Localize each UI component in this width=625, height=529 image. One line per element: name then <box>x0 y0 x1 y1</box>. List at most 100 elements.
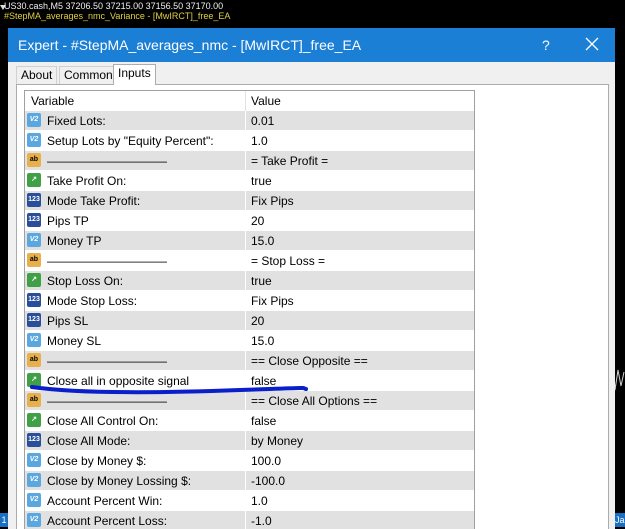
variable-cell[interactable]: ab —————————— <box>25 391 245 410</box>
column-header-value[interactable]: Value <box>251 94 281 108</box>
value-text[interactable]: 1.0 <box>251 134 268 148</box>
value-text[interactable]: 100.0 <box>251 454 281 468</box>
value-cell[interactable]: = Take Profit = <box>246 151 474 170</box>
table-row[interactable]: ab —————————— = Stop Loss = <box>25 251 474 271</box>
value-cell[interactable]: by Money <box>246 431 474 450</box>
variable-cell[interactable]: ↗ Take Profit On: <box>25 171 245 190</box>
value-cell[interactable]: = Stop Loss = <box>246 251 474 270</box>
table-row[interactable]: ab —————————— == Close All Options == <box>25 391 474 411</box>
boolean-value-icon: ↗ <box>27 413 41 427</box>
table-row[interactable]: ↗ Take Profit On: true <box>25 171 474 191</box>
table-row[interactable]: 123 Close All Mode: by Money <box>25 431 474 451</box>
table-row[interactable]: ↗ Close All Control On: false <box>25 411 474 431</box>
value-cell[interactable]: true <box>246 171 474 190</box>
value-cell[interactable]: false <box>246 371 474 390</box>
variable-cell[interactable]: V2 Money SL <box>25 331 245 350</box>
value-cell[interactable]: 15.0 <box>246 331 474 350</box>
value-cell[interactable]: 1.0 <box>246 491 474 510</box>
variable-cell[interactable]: V2 Close by Money Lossing $: <box>25 471 245 490</box>
value-cell[interactable]: Fix Pips <box>246 191 474 210</box>
table-row[interactable]: 123 Mode Take Profit: Fix Pips <box>25 191 474 211</box>
value-cell[interactable]: 1.0 <box>246 131 474 150</box>
value-text[interactable]: 15.0 <box>251 334 274 348</box>
value-cell[interactable]: 0.01 <box>246 111 474 130</box>
close-icon[interactable] <box>581 33 603 55</box>
variable-cell[interactable]: 123 Mode Stop Loss: <box>25 291 245 310</box>
table-row[interactable]: ↗ Stop Loss On: true <box>25 271 474 291</box>
value-cell[interactable]: == Close All Options == <box>246 391 474 410</box>
table-row[interactable]: V2 Setup Lots by "Equity Percent": 1.0 <box>25 131 474 151</box>
variable-label: Money TP <box>47 234 102 248</box>
variable-cell[interactable]: ↗ Close all in opposite signal <box>25 371 245 390</box>
value-cell[interactable]: 20 <box>246 311 474 330</box>
value-text[interactable]: true <box>251 174 272 188</box>
value-cell[interactable]: 20 <box>246 211 474 230</box>
table-row[interactable]: 123 Pips TP 20 <box>25 211 474 231</box>
variable-cell[interactable]: V2 Money TP <box>25 231 245 250</box>
value-text[interactable]: 0.01 <box>251 114 274 128</box>
value-text[interactable]: 1.0 <box>251 494 268 508</box>
value-text[interactable]: -100.0 <box>251 474 285 488</box>
value-cell[interactable]: true <box>246 271 474 290</box>
value-cell[interactable]: -1.0 <box>246 511 474 529</box>
value-cell[interactable]: -100.0 <box>246 471 474 490</box>
tab-about[interactable]: About <box>16 66 58 84</box>
chart-time-tag-left: 1 <box>0 513 8 527</box>
variable-label: Fixed Lots: <box>47 114 106 128</box>
variable-cell[interactable]: 123 Mode Take Profit: <box>25 191 245 210</box>
value-cell[interactable]: == Close Opposite == <box>246 351 474 370</box>
value-cell[interactable]: 15.0 <box>246 231 474 250</box>
variable-cell[interactable]: 123 Pips SL <box>25 311 245 330</box>
variable-cell[interactable]: V2 Close by Money $: <box>25 451 245 470</box>
value-text[interactable]: 20 <box>251 214 264 228</box>
value-cell[interactable]: Fix Pips <box>246 291 474 310</box>
value-cell[interactable]: 100.0 <box>246 451 474 470</box>
vertical-scrollbar[interactable] <box>474 91 475 529</box>
help-button[interactable]: ? <box>542 37 550 53</box>
value-text[interactable]: == Close Opposite == <box>251 354 368 368</box>
variable-cell[interactable]: 123 Close All Mode: <box>25 431 245 450</box>
table-row[interactable]: V2 Money SL 15.0 <box>25 331 474 351</box>
value-text[interactable]: = Take Profit = <box>251 154 328 168</box>
column-divider[interactable] <box>245 91 246 111</box>
variable-label: Stop Loss On: <box>47 274 124 288</box>
variable-cell[interactable]: V2 Account Percent Win: <box>25 491 245 510</box>
value-cell[interactable]: false <box>246 411 474 430</box>
table-row[interactable]: V2 Account Percent Win: 1.0 <box>25 491 474 511</box>
variable-cell[interactable]: V2 Fixed Lots: <box>25 111 245 130</box>
tab-inputs[interactable]: Inputs <box>113 64 156 85</box>
variable-cell[interactable]: ab —————————— <box>25 251 245 270</box>
tab-common[interactable]: Common <box>59 66 118 84</box>
column-header-variable[interactable]: Variable <box>31 94 74 108</box>
variable-cell[interactable]: ab —————————— <box>25 151 245 170</box>
table-row[interactable]: V2 Close by Money Lossing $: -100.0 <box>25 471 474 491</box>
value-text[interactable]: false <box>251 374 276 388</box>
table-row[interactable]: V2 Close by Money $: 100.0 <box>25 451 474 471</box>
value-text[interactable]: 20 <box>251 314 264 328</box>
variable-cell[interactable]: ab —————————— <box>25 351 245 370</box>
value-text[interactable]: Fix Pips <box>251 294 294 308</box>
table-row[interactable]: ab —————————— = Take Profit = <box>25 151 474 171</box>
scroll-up-icon[interactable] <box>474 93 475 109</box>
value-text[interactable]: == Close All Options == <box>251 394 377 408</box>
variable-cell[interactable]: ↗ Stop Loss On: <box>25 271 245 290</box>
variable-cell[interactable]: ↗ Close All Control On: <box>25 411 245 430</box>
value-text[interactable]: = Stop Loss = <box>251 254 325 268</box>
value-text[interactable]: 15.0 <box>251 234 274 248</box>
value-text[interactable]: true <box>251 274 272 288</box>
variable-cell[interactable]: V2 Account Percent Loss: <box>25 511 245 529</box>
table-row[interactable]: V2 Money TP 15.0 <box>25 231 474 251</box>
table-row[interactable]: ab —————————— == Close Opposite == <box>25 351 474 371</box>
table-row[interactable]: ↗ Close all in opposite signal false <box>25 371 474 391</box>
dialog-titlebar[interactable]: Expert - #StepMA_averages_nmc - [MwIRCT]… <box>8 28 615 62</box>
variable-cell[interactable]: 123 Pips TP <box>25 211 245 230</box>
table-row[interactable]: V2 Account Percent Loss: -1.0 <box>25 511 474 529</box>
table-row[interactable]: 123 Mode Stop Loss: Fix Pips <box>25 291 474 311</box>
value-text[interactable]: by Money <box>251 434 303 448</box>
value-text[interactable]: -1.0 <box>251 514 272 528</box>
table-row[interactable]: 123 Pips SL 20 <box>25 311 474 331</box>
variable-cell[interactable]: V2 Setup Lots by "Equity Percent": <box>25 131 245 150</box>
value-text[interactable]: false <box>251 414 276 428</box>
value-text[interactable]: Fix Pips <box>251 194 294 208</box>
table-row[interactable]: V2 Fixed Lots: 0.01 <box>25 111 474 131</box>
